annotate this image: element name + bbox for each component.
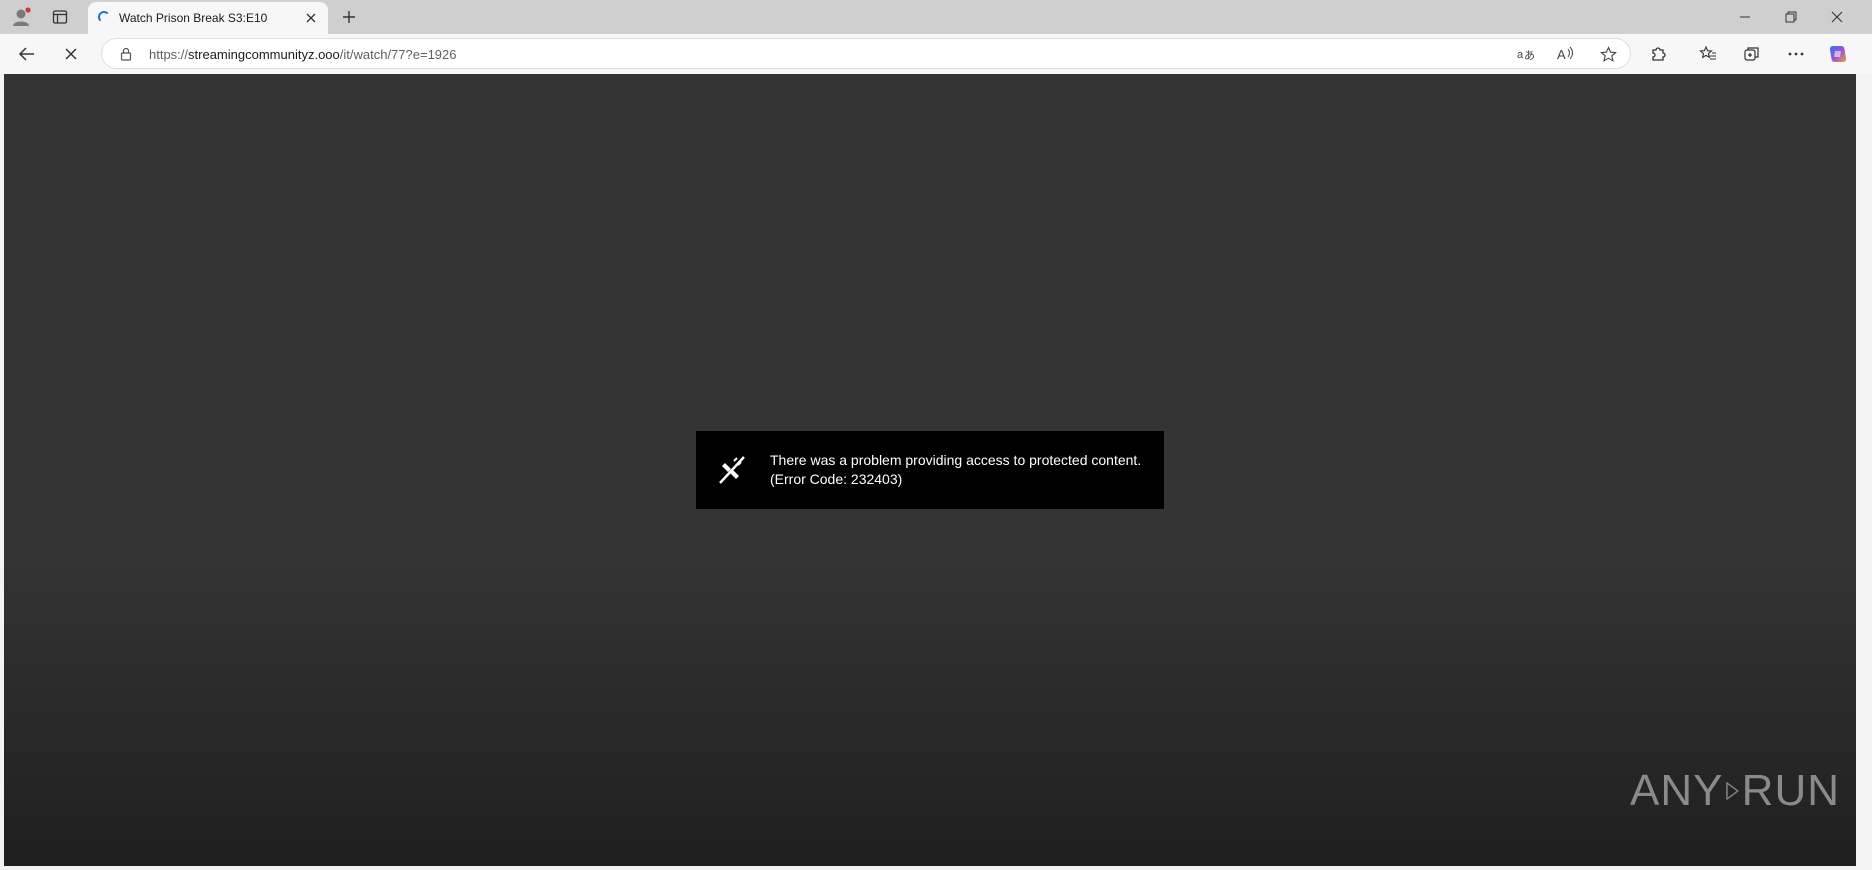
broken-plug-icon xyxy=(719,456,745,484)
collections-icon xyxy=(1744,47,1759,61)
url-path: /it/watch/77?e=1926 xyxy=(339,47,457,62)
close-icon xyxy=(306,13,316,23)
collections-button[interactable] xyxy=(1737,40,1767,68)
page-edge xyxy=(1856,74,1872,870)
new-tab-button[interactable] xyxy=(336,4,362,30)
translate-icon: a あ xyxy=(1517,49,1535,62)
favorites-icon xyxy=(1699,45,1716,60)
watermark-text-right: RUN xyxy=(1741,766,1840,815)
watermark-text-left: ANY xyxy=(1630,766,1724,815)
stop-icon xyxy=(65,48,77,60)
tab-actions-button[interactable] xyxy=(46,4,74,30)
star-icon xyxy=(1599,45,1617,62)
svg-text:A: A xyxy=(1557,47,1566,62)
tab-close-button[interactable] xyxy=(302,9,320,27)
minimize-button[interactable] xyxy=(1722,0,1768,34)
error-code-text: (Error Code: 232403) xyxy=(770,471,903,487)
copilot-icon xyxy=(1829,46,1847,62)
favorite-button[interactable] xyxy=(1596,43,1620,65)
close-window-button[interactable] xyxy=(1814,0,1860,34)
more-icon xyxy=(1788,52,1804,56)
read-aloud-button[interactable]: A xyxy=(1554,43,1578,65)
drm-error-message: There was a problem providing access to … xyxy=(696,431,1164,509)
close-icon xyxy=(1831,11,1843,23)
extensions-button[interactable] xyxy=(1644,40,1674,68)
puzzle-icon xyxy=(1652,47,1666,61)
tab-actions-icon xyxy=(52,10,68,24)
play-triangle-icon xyxy=(1726,782,1740,800)
active-tab[interactable]: Watch Prison Break S3:E10 xyxy=(88,2,328,34)
url-text[interactable]: https://streamingcommunityz.ooo/it/watch… xyxy=(149,47,457,62)
svg-text:あ: あ xyxy=(1524,49,1535,62)
read-aloud-icon: A xyxy=(1557,46,1573,62)
profile-button[interactable] xyxy=(8,4,36,30)
translate-button[interactable]: a あ xyxy=(1514,43,1538,65)
address-bar[interactable]: https://streamingcommunityz.ooo/it/watch… xyxy=(101,38,1631,69)
anyrun-watermark: ANY RUN xyxy=(1630,756,1840,826)
video-player[interactable]: There was a problem providing access to … xyxy=(4,74,1856,866)
loading-spinner-icon xyxy=(98,11,110,23)
minimize-icon xyxy=(1740,16,1750,18)
browser-toolbar: https://streamingcommunityz.ooo/it/watch… xyxy=(0,34,1872,74)
url-host: streamingcommunityz.ooo xyxy=(188,47,340,62)
stop-loading-button[interactable] xyxy=(56,40,86,68)
plus-icon xyxy=(343,11,355,23)
settings-and-more-button[interactable] xyxy=(1781,40,1811,68)
back-arrow-icon xyxy=(18,47,34,61)
svg-text:a: a xyxy=(1517,49,1524,61)
restore-icon xyxy=(1785,11,1797,23)
url-scheme: https:// xyxy=(149,47,189,62)
tab-title: Watch Prison Break S3:E10 xyxy=(119,11,268,25)
lock-icon xyxy=(120,47,132,61)
error-message-text: There was a problem providing access to … xyxy=(770,452,1142,468)
tab-strip: Watch Prison Break S3:E10 xyxy=(0,0,1872,34)
site-info-button[interactable] xyxy=(118,46,134,62)
favorites-button[interactable] xyxy=(1693,40,1723,68)
restore-button[interactable] xyxy=(1768,0,1814,34)
copilot-button[interactable] xyxy=(1823,40,1853,68)
profile-icon xyxy=(13,7,31,26)
back-button[interactable] xyxy=(12,40,42,68)
